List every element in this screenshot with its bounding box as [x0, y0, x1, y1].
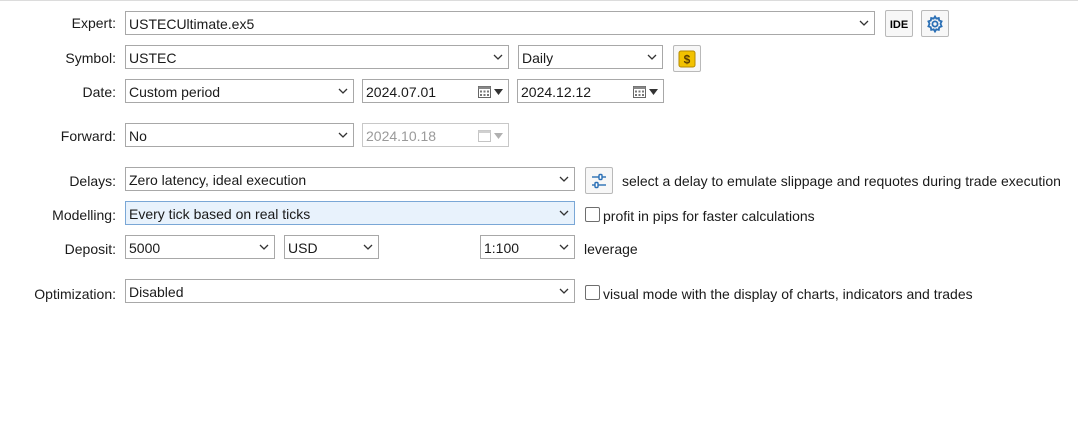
expert-settings-button[interactable]	[921, 10, 949, 37]
chevron-down-icon	[559, 288, 569, 294]
ide-icon: IDE	[890, 19, 908, 31]
calendar-icon	[478, 130, 491, 142]
forward-select[interactable]: No	[125, 123, 354, 147]
chevron-down-icon	[647, 54, 657, 60]
modelling-label: Modelling:	[52, 207, 116, 223]
dollar-icon: $	[678, 50, 696, 67]
chevron-down-icon	[859, 20, 869, 26]
optimization-select[interactable]: Disabled	[125, 279, 575, 303]
deposit-amount-value: 5000	[129, 240, 161, 256]
gear-icon	[927, 14, 943, 33]
forward-date-value: 2024.10.18	[366, 128, 437, 144]
svg-text:IDE: IDE	[890, 19, 908, 31]
date-to-picker[interactable]: 2024.12.12	[517, 79, 664, 103]
leverage-label: leverage	[584, 241, 638, 257]
modelling-select[interactable]: Every tick based on real ticks	[125, 201, 575, 225]
chevron-down-icon	[259, 244, 269, 250]
visual-mode-label: visual mode with the display of charts, …	[603, 286, 973, 302]
deposit-amount-select[interactable]: 5000	[125, 235, 275, 259]
optimization-value: Disabled	[129, 284, 184, 300]
optimization-label: Optimization:	[34, 286, 116, 302]
calendar-icon	[478, 86, 491, 98]
date-from-picker[interactable]: 2024.07.01	[362, 79, 509, 103]
expert-label: Expert:	[71, 15, 116, 31]
chevron-down-icon	[338, 88, 348, 94]
forward-date-picker: 2024.10.18	[362, 123, 509, 147]
forward-label: Forward:	[60, 128, 116, 144]
dropdown-arrow-icon	[649, 89, 658, 95]
symbol-label: Symbol:	[65, 50, 116, 66]
forward-value: No	[129, 128, 147, 144]
leverage-value: 1:100	[484, 240, 520, 256]
delays-value: Zero latency, ideal execution	[129, 172, 307, 188]
currency-select[interactable]: USD	[284, 235, 379, 259]
ide-button[interactable]: IDE	[885, 10, 913, 37]
date-to-value: 2024.12.12	[521, 84, 592, 100]
symbol-properties-button[interactable]: $	[673, 45, 701, 72]
chevron-down-icon	[363, 244, 373, 250]
chevron-down-icon	[559, 244, 569, 250]
leverage-select[interactable]: 1:100	[480, 235, 575, 259]
date-mode-value: Custom period	[129, 84, 221, 100]
modelling-value: Every tick based on real ticks	[129, 206, 311, 222]
visual-mode-checkbox[interactable]	[585, 285, 600, 300]
expert-value: USTECUltimate.ex5	[129, 16, 255, 32]
timeframe-select[interactable]: Daily	[518, 45, 663, 69]
timeframe-value: Daily	[522, 50, 554, 66]
currency-value: USD	[288, 240, 318, 256]
delays-label: Delays:	[69, 173, 116, 189]
dropdown-arrow-icon	[494, 89, 503, 95]
symbol-select[interactable]: USTEC	[125, 45, 509, 69]
date-from-value: 2024.07.01	[366, 84, 437, 100]
chevron-down-icon	[559, 176, 569, 182]
calendar-icon	[633, 86, 646, 98]
delays-hint: select a delay to emulate slippage and r…	[622, 173, 1061, 189]
profit-in-pips-checkbox[interactable]	[585, 207, 600, 222]
symbol-value: USTEC	[129, 50, 177, 66]
expert-select[interactable]: USTECUltimate.ex5	[125, 11, 875, 35]
delays-settings-button[interactable]	[585, 167, 613, 194]
chevron-down-icon	[493, 54, 503, 60]
top-divider	[0, 0, 1078, 1]
delays-select[interactable]: Zero latency, ideal execution	[125, 167, 575, 191]
deposit-label: Deposit:	[64, 241, 116, 257]
date-mode-select[interactable]: Custom period	[125, 79, 354, 103]
date-label: Date:	[82, 84, 116, 100]
chevron-down-icon	[338, 132, 348, 138]
sliders-icon	[592, 173, 606, 188]
chevron-down-icon	[559, 210, 569, 216]
svg-text:$: $	[684, 52, 691, 66]
dropdown-arrow-icon	[494, 133, 503, 139]
profit-in-pips-label: profit in pips for faster calculations	[603, 208, 815, 224]
